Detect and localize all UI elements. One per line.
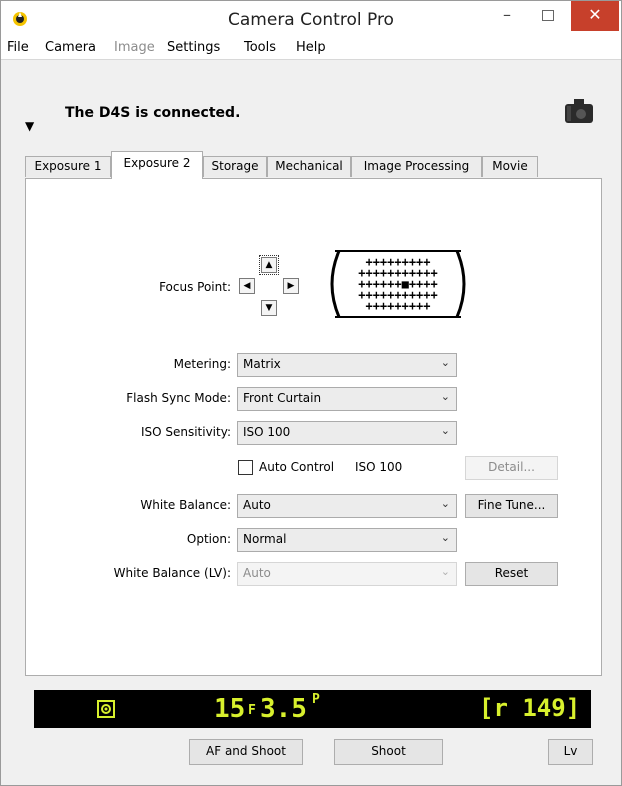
minimize-button[interactable]: – bbox=[487, 1, 527, 31]
metering-label: Metering: bbox=[173, 357, 231, 371]
chevron-down-icon: ⌄ bbox=[440, 565, 450, 578]
iso-sensitivity-label: ISO Sensitivity: bbox=[140, 425, 231, 439]
live-view-button[interactable]: Lv bbox=[548, 739, 593, 765]
menu-help[interactable]: Help bbox=[296, 40, 326, 55]
tab-mechanical[interactable]: Mechanical bbox=[267, 156, 351, 177]
menu-tools[interactable]: Tools bbox=[244, 40, 276, 55]
chevron-down-icon: ⌄ bbox=[440, 497, 450, 510]
tab-movie[interactable]: Movie bbox=[482, 156, 538, 177]
menu-settings[interactable]: Settings bbox=[167, 40, 220, 55]
af-and-shoot-button[interactable]: AF and Shoot bbox=[189, 739, 303, 765]
option-value: Normal bbox=[243, 532, 287, 546]
lcd-aperture: 3.5 bbox=[260, 694, 307, 724]
close-button[interactable]: ✕ bbox=[571, 1, 619, 31]
metering-select[interactable]: Matrix ⌄ bbox=[237, 353, 457, 377]
flash-sync-select[interactable]: Front Curtain ⌄ bbox=[237, 387, 457, 411]
menu-camera[interactable]: Camera bbox=[45, 40, 96, 55]
auto-control-label[interactable]: Auto Control bbox=[259, 460, 334, 474]
focus-right-button[interactable]: ▶ bbox=[283, 278, 299, 294]
shoot-button[interactable]: Shoot bbox=[334, 739, 443, 765]
app-window: Camera Control Pro – ✕ File Camera Image… bbox=[0, 0, 622, 786]
white-balance-value: Auto bbox=[243, 498, 271, 512]
lcd-buffer-count: [r 149] bbox=[479, 694, 581, 722]
matrix-metering-icon bbox=[97, 700, 115, 718]
chevron-down-icon: ⌄ bbox=[440, 424, 450, 437]
fine-tune-button[interactable]: Fine Tune... bbox=[465, 494, 558, 518]
lcd-shutter-speed: 15 bbox=[214, 694, 246, 724]
maximize-button[interactable] bbox=[529, 1, 567, 31]
menu-file[interactable]: File bbox=[7, 40, 29, 55]
iso-sensitivity-select[interactable]: ISO 100 ⌄ bbox=[237, 421, 457, 445]
white-balance-label: White Balance: bbox=[140, 498, 231, 512]
camera-icon[interactable] bbox=[563, 97, 595, 125]
white-balance-lv-select[interactable]: Auto ⌄ bbox=[237, 562, 457, 586]
reset-button[interactable]: Reset bbox=[465, 562, 558, 586]
lcd-display: 15 F 3.5 P [r 149] bbox=[34, 690, 591, 728]
menu-bar: File Camera Image Settings Tools Help bbox=[1, 37, 621, 60]
focus-grid-row: +++++++++ bbox=[365, 299, 430, 313]
focus-point-label: Focus Point: bbox=[159, 280, 231, 294]
expand-arrow-icon[interactable]: ▼ bbox=[25, 119, 34, 133]
menu-image[interactable]: Image bbox=[114, 40, 155, 55]
tab-storage[interactable]: Storage bbox=[203, 156, 267, 177]
white-balance-select[interactable]: Auto ⌄ bbox=[237, 494, 457, 518]
connection-status: The D4S is connected. bbox=[65, 105, 241, 121]
focus-down-button[interactable]: ▼ bbox=[261, 300, 277, 316]
tab-exposure-1[interactable]: Exposure 1 bbox=[25, 156, 111, 177]
iso-sensitivity-value: ISO 100 bbox=[243, 425, 291, 439]
maximize-icon bbox=[542, 10, 554, 21]
tab-exposure-2[interactable]: Exposure 2 bbox=[111, 151, 203, 179]
lcd-exposure-mode: P bbox=[312, 692, 320, 707]
white-balance-lv-label: White Balance (LV): bbox=[113, 566, 231, 580]
af-area-right-bracket bbox=[455, 250, 466, 318]
option-label: Option: bbox=[186, 532, 231, 546]
title-bar[interactable]: Camera Control Pro – ✕ bbox=[1, 1, 621, 37]
white-balance-lv-value: Auto bbox=[243, 566, 271, 580]
flash-sync-value: Front Curtain bbox=[243, 391, 322, 405]
lcd-f-prefix: F bbox=[248, 703, 256, 718]
af-area-left-bracket bbox=[330, 250, 341, 318]
window-title: Camera Control Pro bbox=[228, 10, 394, 30]
chevron-down-icon: ⌄ bbox=[440, 390, 450, 403]
detail-button[interactable]: Detail... bbox=[465, 456, 558, 480]
focus-up-button[interactable]: ▲ bbox=[259, 255, 279, 275]
option-select[interactable]: Normal ⌄ bbox=[237, 528, 457, 552]
flash-sync-label: Flash Sync Mode: bbox=[126, 391, 231, 405]
chevron-down-icon: ⌄ bbox=[440, 531, 450, 544]
auto-control-checkbox[interactable] bbox=[238, 460, 253, 475]
focus-point-grid[interactable]: +++++++++ +++++++++++ ++++++■++++ ++++++… bbox=[323, 248, 473, 320]
metering-value: Matrix bbox=[243, 357, 281, 371]
chevron-down-icon: ⌄ bbox=[440, 356, 450, 369]
tab-image-processing[interactable]: Image Processing bbox=[351, 156, 482, 177]
auto-control-iso-value: ISO 100 bbox=[355, 460, 403, 474]
focus-left-button[interactable]: ◀ bbox=[239, 278, 255, 294]
